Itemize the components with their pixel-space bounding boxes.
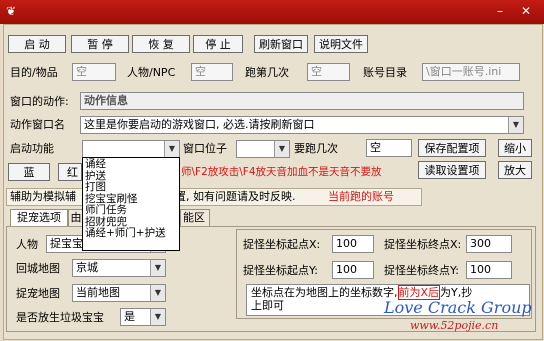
- end-x-field[interactable]: 300: [466, 235, 512, 253]
- blue-button[interactable]: 蓝: [8, 163, 50, 181]
- start-x-field[interactable]: 100: [332, 235, 374, 253]
- dropdown-option[interactable]: 诵经: [85, 158, 177, 171]
- target-field[interactable]: 空: [72, 63, 116, 81]
- maximize-window-button[interactable]: 放大: [498, 161, 532, 179]
- app-icon: ❦: [6, 4, 17, 18]
- pause-button[interactable]: 暂 停: [71, 35, 129, 53]
- catch-map-select[interactable]: 当前地图 ▼: [72, 284, 166, 302]
- read-config-button[interactable]: 读取设置项: [418, 161, 486, 179]
- npc-field[interactable]: 空: [191, 63, 233, 81]
- tab-function-area[interactable]: 能区: [180, 209, 210, 227]
- window-action-field: 动作信息: [80, 92, 524, 110]
- refresh-window-button[interactable]: 刷新窗口: [254, 35, 308, 53]
- window-pos-select[interactable]: ▼: [236, 140, 290, 158]
- action-window-label: 动作窗口名: [10, 118, 65, 131]
- function-select[interactable]: ▼: [82, 140, 180, 158]
- start-x-label: 捉怪坐标起点X:: [243, 238, 321, 251]
- note-prefix: 坐标点在为地图上的坐标数字,: [251, 286, 398, 299]
- discard-value: 是: [124, 310, 135, 323]
- chevron-down-icon[interactable]: ▼: [274, 141, 289, 157]
- discard-select[interactable]: 是 ▼: [120, 308, 166, 326]
- return-map-value: 京城: [76, 261, 98, 274]
- chevron-down-icon[interactable]: ▼: [164, 141, 179, 157]
- person-value: 捉宝宝: [50, 237, 83, 250]
- chevron-down-icon[interactable]: ▼: [508, 117, 523, 133]
- times-label: 要跑几次: [294, 142, 338, 155]
- resume-button[interactable]: 恢 复: [132, 35, 190, 53]
- account-field[interactable]: \窗口一账号.ini: [422, 63, 520, 81]
- start-button[interactable]: 启 动: [8, 35, 66, 53]
- current-account-label: 当前跑的账号: [328, 190, 394, 203]
- end-x-label: 捉怪坐标终点X:: [384, 238, 462, 251]
- action-window-value: 这里是你要启动的游戏窗口, 必选.请按刷新窗口: [84, 118, 315, 131]
- window-pos-label: 窗口位子: [183, 142, 227, 155]
- dropdown-option[interactable]: 师门任务: [85, 204, 177, 217]
- return-map-label: 回城地图: [16, 262, 60, 275]
- function-label: 启动功能: [10, 142, 54, 155]
- action-window-select[interactable]: 这里是你要启动的游戏窗口, 必选.请按刷新窗口 ▼: [80, 116, 524, 134]
- target-label: 目的/物品: [10, 66, 58, 79]
- times-field[interactable]: 空: [366, 139, 412, 157]
- save-config-button[interactable]: 保存配置项: [418, 139, 486, 157]
- run-field[interactable]: 空: [307, 63, 350, 81]
- stop-button[interactable]: 停 止: [193, 35, 243, 53]
- minimize-window-button[interactable]: 缩小: [498, 139, 532, 157]
- start-y-label: 捉怪坐标起点Y:: [243, 264, 318, 277]
- end-y-field[interactable]: 100: [466, 261, 512, 279]
- minimize-button[interactable]: –: [490, 4, 510, 19]
- chevron-down-icon[interactable]: ▼: [150, 309, 165, 325]
- account-label: 账号目录: [363, 66, 407, 79]
- function-dropdown-list: 诵经 护送 打图 挖宝宝刷怪 师门任务 招财兜兜 诵经+师门+护送: [82, 157, 180, 251]
- end-y-label: 捉怪坐标终点Y:: [384, 264, 459, 277]
- dropdown-option[interactable]: 打图: [85, 181, 177, 194]
- red-button[interactable]: 红: [58, 163, 82, 181]
- npc-label: 人物/NPC: [127, 66, 176, 79]
- return-map-select[interactable]: 京城 ▼: [72, 259, 166, 277]
- dropdown-option[interactable]: 诵经+师门+护送: [85, 227, 177, 240]
- run-label: 跑第几次: [245, 66, 289, 79]
- title-bar: ❦ – ✕: [0, 0, 544, 24]
- watermark-group: Love Crack Group: [384, 298, 532, 317]
- tab-catch-pet[interactable]: 捉宠选项: [10, 209, 68, 227]
- catch-map-value: 当前地图: [76, 286, 120, 299]
- marquee-prefix: 辅助为模拟辅: [10, 190, 76, 203]
- chevron-down-icon[interactable]: ▼: [150, 260, 165, 276]
- chevron-down-icon[interactable]: ▼: [150, 285, 165, 301]
- note-line2: 上即可: [251, 299, 284, 312]
- start-y-field[interactable]: 100: [332, 261, 374, 279]
- watermark-url: www.52pojie.cn: [410, 319, 499, 332]
- window-action-label: 窗口的动作:: [10, 95, 69, 108]
- catch-map-label: 捉宠地图: [16, 287, 60, 300]
- close-button[interactable]: ✕: [516, 4, 536, 19]
- hotkey-hint: 师\F2放攻击\F4放天音加血不是天音不要放: [181, 166, 382, 178]
- marquee-middle: 设置, 如有问题请及时反映.: [164, 190, 296, 203]
- discard-label: 是否放生垃圾宝宝: [16, 311, 104, 324]
- person-label: 人物: [16, 238, 38, 251]
- help-file-button[interactable]: 说明文件: [314, 35, 368, 53]
